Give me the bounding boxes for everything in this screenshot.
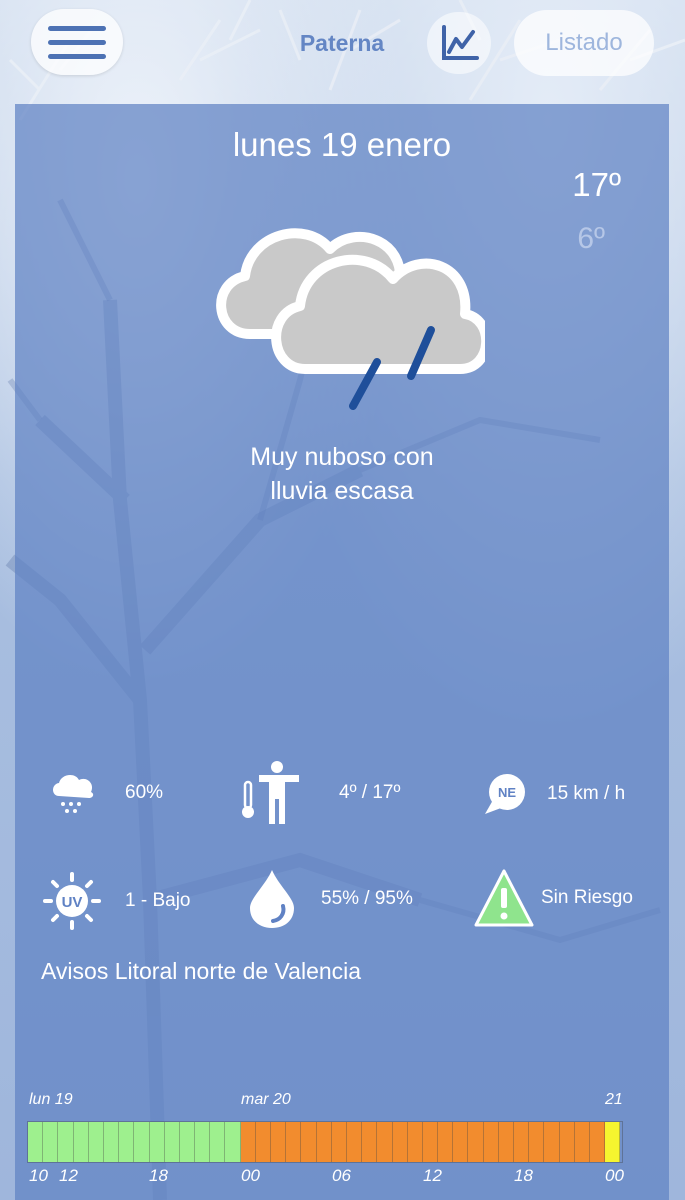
timeline-segment-orange[interactable] <box>407 1122 423 1162</box>
svg-text:UV: UV <box>62 894 83 911</box>
timeline-hour-label: 18 <box>514 1166 533 1185</box>
timeline-segment-orange[interactable] <box>346 1122 363 1162</box>
timeline-segment-orange[interactable] <box>529 1122 545 1162</box>
thermal-sensation-icon <box>242 761 299 824</box>
warning-triangle-icon <box>474 869 534 927</box>
timeline-segment-green[interactable] <box>103 1122 120 1162</box>
timeline-segment-orange[interactable] <box>362 1122 378 1162</box>
timeline-segment-orange[interactable] <box>468 1122 484 1162</box>
min-temperature: 6º <box>577 222 605 255</box>
wind-stat: NE 15 km / h <box>483 772 625 816</box>
timeline-day-label: lun 19 <box>29 1091 73 1108</box>
menu-button[interactable] <box>31 9 123 75</box>
timeline-segment-orange[interactable] <box>377 1122 393 1162</box>
timeline-segment-green[interactable] <box>210 1122 226 1162</box>
forecast-date: lunes 19 enero <box>232 126 452 163</box>
timeline-day-label: 21 <box>605 1091 623 1108</box>
timeline-segment-green[interactable] <box>195 1122 211 1162</box>
timeline-segment-green[interactable] <box>73 1122 89 1162</box>
timeline-segment-orange[interactable] <box>255 1122 271 1162</box>
chart-button[interactable] <box>427 12 491 74</box>
timeline-segment-orange[interactable] <box>392 1122 408 1162</box>
top-bar: Paterna Listado <box>0 0 685 100</box>
weather-description: Muy nuboso con lluvia escasa <box>250 443 434 505</box>
max-temperature: 17º <box>572 166 621 203</box>
timeline-segment-orange[interactable] <box>438 1122 454 1162</box>
timeline-segment-green[interactable] <box>179 1122 196 1162</box>
wind-direction-icon: NE <box>485 774 525 814</box>
list-button[interactable]: Listado <box>514 10 654 76</box>
timeline-day-label: mar 20 <box>241 1091 291 1108</box>
timeline-segment-green[interactable] <box>88 1122 104 1162</box>
forecast-panel: lunes 19 enero 17º 6º Muy nuboso con llu… <box>15 104 669 1200</box>
timeline-hour-label: 10 <box>29 1166 48 1185</box>
timeline-segment-orange[interactable] <box>331 1122 347 1162</box>
timeline-segment-orange[interactable] <box>286 1122 302 1162</box>
timeline-segment-green[interactable] <box>225 1122 241 1162</box>
timeline-segment-orange[interactable] <box>514 1122 530 1162</box>
humidity-drop-icon <box>250 870 294 928</box>
timeline-segment-orange[interactable] <box>574 1122 590 1162</box>
timeline-segment-orange[interactable] <box>498 1122 514 1162</box>
timeline-segment-orange[interactable] <box>271 1122 287 1162</box>
timeline-segment-orange[interactable] <box>453 1122 469 1162</box>
timeline-segment-orange[interactable] <box>422 1122 439 1162</box>
timeline-hour-label: 12 <box>423 1166 442 1185</box>
timeline-segment-green[interactable] <box>28 1122 44 1162</box>
timeline-segment-green[interactable] <box>119 1122 135 1162</box>
timeline-segment-green[interactable] <box>134 1122 150 1162</box>
timeline-segment-green[interactable] <box>164 1122 180 1162</box>
timeline-segment-green[interactable] <box>43 1122 59 1162</box>
risk-stat: Sin Riesgo <box>473 868 633 928</box>
line-chart-icon <box>442 25 479 60</box>
timeline-segment-yellow[interactable] <box>605 1122 621 1162</box>
uv-sun-icon: UV <box>43 872 101 930</box>
timeline-segment-orange[interactable] <box>240 1122 256 1162</box>
hamburger-menu-icon <box>48 26 106 31</box>
timeline-hour-label: 00 <box>241 1166 260 1185</box>
timeline-segment-green[interactable] <box>149 1122 165 1162</box>
thermal-sensation-stat: 4º / 17º <box>239 760 400 826</box>
timeline-segment-orange[interactable] <box>589 1122 606 1162</box>
timeline-segment-green[interactable] <box>58 1122 74 1162</box>
timeline-hour-label: 00 <box>605 1166 624 1185</box>
uv-stat: UV 1 - Bajo <box>43 872 190 930</box>
timeline-hour-label: 18 <box>149 1166 168 1185</box>
city-title[interactable]: Paterna <box>282 30 402 57</box>
timeline-hour-label: 12 <box>59 1166 78 1185</box>
timeline-segment-orange[interactable] <box>316 1122 332 1162</box>
rain-cloud-icon <box>53 774 94 813</box>
timeline-segment-orange[interactable] <box>301 1122 317 1162</box>
avisos-link[interactable]: Avisos Litoral norte de Valencia <box>41 958 361 985</box>
timeline-segment-orange[interactable] <box>559 1122 575 1162</box>
timeline-segment-orange[interactable] <box>483 1122 499 1162</box>
svg-text:NE: NE <box>498 785 516 800</box>
timeline-bar[interactable] <box>27 1121 623 1163</box>
timeline-hour-label: 06 <box>332 1166 351 1185</box>
cloudy-rain-icon <box>216 228 485 410</box>
precipitation-stat: 60% <box>49 770 163 816</box>
timeline-segment-orange[interactable] <box>544 1122 560 1162</box>
humidity-stat: 55% / 95% <box>247 868 413 930</box>
